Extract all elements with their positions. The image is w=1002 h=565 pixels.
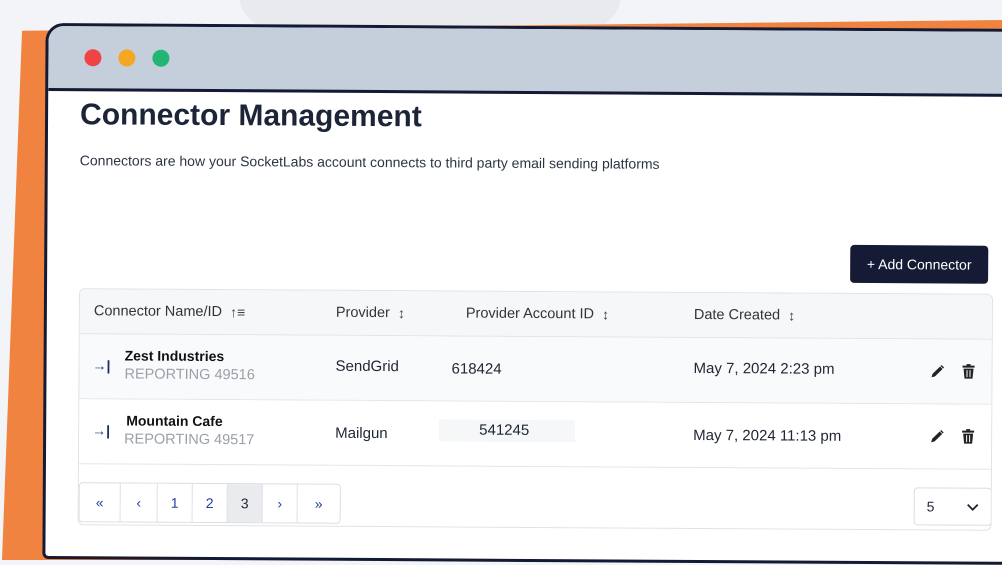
column-header-provider[interactable]: Provider ↕ bbox=[336, 291, 405, 335]
previous-page-button[interactable]: ‹ bbox=[120, 483, 158, 522]
open-connector-icon[interactable]: →| bbox=[92, 422, 110, 438]
column-header-account-id-label: Provider Account ID bbox=[465, 305, 595, 323]
column-header-account-id[interactable]: Provider Account ID ↕ bbox=[466, 292, 609, 337]
connector-id: REPORTING 49516 bbox=[124, 366, 255, 384]
last-page-button[interactable]: » bbox=[297, 484, 340, 523]
column-header-date[interactable]: Date Created ↕ bbox=[694, 293, 796, 338]
connector-id: REPORTING 49517 bbox=[124, 431, 255, 449]
account-id-cell: 541245 bbox=[479, 421, 530, 439]
add-connector-button[interactable]: + Add Connector bbox=[850, 244, 989, 284]
connectors-table: Connector Name/ID ↑≡ Provider ↕ Provider… bbox=[77, 288, 994, 531]
account-id-cell: 618424 bbox=[451, 360, 502, 378]
page-size-select[interactable]: 5 bbox=[913, 487, 992, 526]
sort-icon: ↕ bbox=[397, 305, 405, 322]
window-minimize-button[interactable] bbox=[118, 48, 136, 67]
provider-cell: SendGrid bbox=[335, 357, 399, 376]
next-page-button[interactable]: › bbox=[262, 484, 298, 523]
edit-icon[interactable] bbox=[927, 361, 947, 381]
column-header-name[interactable]: Connector Name/ID ↑≡ bbox=[94, 289, 246, 334]
trash-icon[interactable] bbox=[958, 427, 978, 447]
pagination: « ‹ 1 2 3 › » bbox=[78, 482, 341, 524]
page-button-3-current[interactable]: 3 bbox=[227, 484, 263, 523]
provider-cell: Mailgun bbox=[335, 424, 388, 443]
edit-icon[interactable] bbox=[927, 426, 947, 446]
open-connector-icon[interactable]: →| bbox=[93, 357, 111, 373]
page-button-2[interactable]: 2 bbox=[192, 483, 228, 523]
sort-ascending-icon: ↑≡ bbox=[229, 304, 246, 321]
connector-name: Zest Industries bbox=[124, 347, 225, 365]
column-header-name-label: Connector Name/ID bbox=[93, 303, 223, 321]
browser-window: Connector Management Connectors are how … bbox=[42, 22, 1002, 565]
date-cell: May 7, 2024 11:13 pm bbox=[693, 426, 842, 445]
column-header-date-label: Date Created bbox=[693, 306, 781, 324]
page-subtitle: Connectors are how your SocketLabs accou… bbox=[79, 152, 660, 172]
window-maximize-button[interactable] bbox=[152, 49, 170, 67]
window-titlebar bbox=[48, 26, 1002, 97]
table-header: Connector Name/ID ↑≡ Provider ↕ Provider… bbox=[79, 289, 993, 340]
chevron-down-icon bbox=[967, 499, 979, 515]
trash-icon[interactable] bbox=[958, 362, 978, 382]
sort-icon: ↕ bbox=[788, 307, 796, 324]
table-row[interactable]: →| Mountain Cafe REPORTING 49517 Mailgun… bbox=[78, 399, 992, 470]
page-title: Connector Management bbox=[79, 98, 422, 134]
table-row[interactable]: →| Zest Industries REPORTING 49516 SendG… bbox=[79, 334, 992, 405]
column-header-provider-label: Provider bbox=[335, 304, 390, 322]
window-close-button[interactable] bbox=[84, 48, 102, 66]
first-page-button[interactable]: « bbox=[79, 483, 121, 522]
page-button-1[interactable]: 1 bbox=[157, 483, 193, 522]
connector-name: Mountain Cafe bbox=[126, 412, 223, 430]
page-size-value: 5 bbox=[926, 498, 935, 515]
sort-icon: ↕ bbox=[601, 306, 610, 323]
date-cell: May 7, 2024 2:23 pm bbox=[693, 359, 835, 378]
